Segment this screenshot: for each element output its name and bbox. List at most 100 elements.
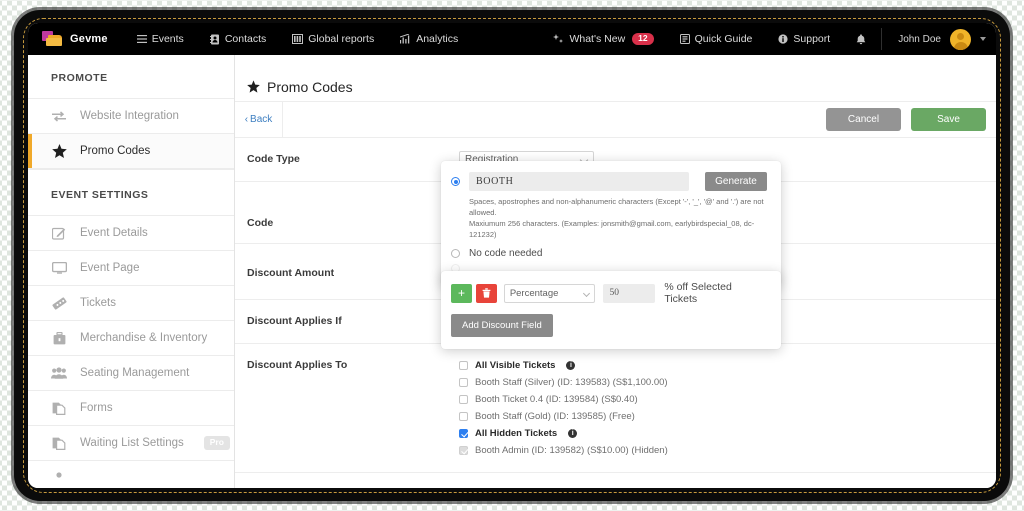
list-item[interactable]: Booth Ticket 0.4 (ID: 139584) (S$0.40) bbox=[459, 391, 996, 407]
sidebar-item-tickets[interactable]: Tickets bbox=[28, 286, 234, 321]
list-item[interactable]: All Visible Tickets i bbox=[459, 486, 996, 488]
field-control: All Visible Tickets i Booth Staff (Silve… bbox=[459, 486, 996, 488]
topbar-divider bbox=[881, 28, 883, 50]
hamburger-icon bbox=[136, 34, 147, 44]
nav-item-whats-new[interactable]: What's New 12 bbox=[540, 23, 666, 55]
list-item[interactable]: Booth Staff (Silver) (ID: 139583) (S$1,1… bbox=[459, 374, 996, 390]
sidebar-item-partial[interactable] bbox=[28, 461, 234, 488]
sidebar-item-label: Seating Management bbox=[80, 367, 190, 379]
sidebar-item-waiting-list-settings[interactable]: Waiting List Settings Pro bbox=[28, 426, 234, 461]
sidebar-item-seating-management[interactable]: Seating Management bbox=[28, 356, 234, 391]
user-menu[interactable]: John Doe bbox=[884, 23, 996, 55]
nav-item-support[interactable]: Support bbox=[765, 23, 843, 55]
sidebar-item-promo-codes[interactable]: Promo Codes bbox=[28, 134, 234, 169]
ticket-label: Booth Staff (Gold) (ID: 139585) (Free) bbox=[475, 410, 635, 422]
nav-item-global-reports[interactable]: Global reports bbox=[279, 23, 387, 55]
form-row-discount-applies-to: Discount Applies To All Visible Tickets … bbox=[235, 344, 996, 473]
no-code-radio[interactable] bbox=[451, 248, 460, 258]
list-item[interactable]: Booth Staff (Gold) (ID: 139585) (Free) bbox=[459, 408, 996, 424]
nav-item-quick-guide[interactable]: Quick Guide bbox=[667, 23, 766, 55]
sidebar-item-label: Event Page bbox=[80, 262, 140, 274]
list-item[interactable]: All Hidden Tickets i bbox=[459, 425, 996, 441]
brand-logo-link[interactable]: Gevme bbox=[28, 23, 124, 55]
people-icon bbox=[51, 367, 67, 379]
nav-label: Contacts bbox=[224, 33, 267, 45]
nav-label: Quick Guide bbox=[694, 33, 753, 45]
analytics-icon bbox=[400, 34, 411, 44]
info-icon[interactable]: i bbox=[568, 428, 578, 438]
no-code-label: No code needed bbox=[469, 247, 543, 259]
field-label: Discount Amount bbox=[247, 267, 335, 279]
people-icon bbox=[51, 472, 67, 484]
sidebar-section-title-event-settings: EVENT SETTINGS bbox=[28, 169, 234, 216]
bell-icon bbox=[856, 33, 866, 45]
discount-amount-popup: + Percentage 50 % off Selected Tickets A… bbox=[441, 271, 781, 349]
nav-label: What's New bbox=[569, 33, 626, 45]
sidebar-item-event-page[interactable]: Event Page bbox=[28, 251, 234, 286]
book-icon bbox=[679, 34, 690, 44]
edit-icon bbox=[51, 227, 67, 240]
list-item[interactable]: All Visible Tickets i bbox=[459, 357, 996, 373]
field-label: Discount Applies To bbox=[247, 359, 348, 371]
nav-item-analytics[interactable]: Analytics bbox=[387, 23, 471, 55]
briefcase-icon bbox=[51, 331, 67, 345]
ticket-checkbox bbox=[459, 445, 468, 455]
promo-code-input[interactable]: BOOTH bbox=[469, 172, 689, 191]
field-control: All Visible Tickets i Booth Staff (Silve… bbox=[459, 357, 996, 459]
screenshot-frame: Gevme Events Contacts Global reports Ana… bbox=[14, 10, 1010, 501]
use-code-radio[interactable] bbox=[451, 177, 460, 186]
field-label: Show Tickets bbox=[247, 486, 459, 488]
brand-name: Gevme bbox=[70, 33, 108, 45]
nav-label: Analytics bbox=[416, 33, 459, 45]
sidebar-item-merchandise-inventory[interactable]: Merchandise & Inventory bbox=[28, 321, 234, 356]
screen-icon bbox=[51, 262, 67, 274]
sidebar-item-label: Tickets bbox=[80, 297, 116, 309]
app-body: PROMOTE Website Integration Promo Codes … bbox=[28, 55, 996, 488]
save-button[interactable]: Save bbox=[911, 108, 986, 131]
sidebar-item-forms[interactable]: Forms bbox=[28, 391, 234, 426]
sidebar-item-label: Website Integration bbox=[80, 110, 179, 122]
top-navigation-bar: Gevme Events Contacts Global reports Ana… bbox=[28, 23, 996, 55]
discount-type-select[interactable]: Percentage bbox=[503, 283, 596, 303]
discount-amount-input[interactable]: 50 bbox=[603, 283, 656, 303]
ticket-checkbox[interactable] bbox=[459, 394, 468, 404]
discount-suffix-label: % off Selected Tickets bbox=[664, 281, 732, 305]
ticket-checkbox[interactable] bbox=[459, 360, 468, 370]
sidebar-section-title-promote: PROMOTE bbox=[28, 55, 234, 99]
trash-icon[interactable] bbox=[475, 283, 497, 303]
no-code-needed-row[interactable]: No code needed bbox=[451, 248, 767, 259]
sparkle-icon bbox=[553, 33, 564, 45]
sidebar-item-event-details[interactable]: Event Details bbox=[28, 216, 234, 251]
integration-icon bbox=[51, 110, 67, 122]
cancel-button[interactable]: Cancel bbox=[826, 108, 901, 131]
nav-label: Support bbox=[793, 33, 831, 45]
ticket-checkbox[interactable] bbox=[459, 411, 468, 421]
sidebar-item-label: Promo Codes bbox=[80, 145, 151, 157]
forms-icon bbox=[51, 437, 67, 450]
discount-type-value: Percentage bbox=[509, 287, 559, 299]
discount-field-row: + Percentage 50 % off Selected Tickets bbox=[451, 281, 767, 305]
add-discount-field-button[interactable]: Add Discount Field bbox=[451, 314, 553, 337]
ticket-label: All Hidden Tickets bbox=[475, 427, 558, 439]
code-helper-text: Spaces, apostrophes and non-alphanumeric… bbox=[469, 197, 767, 241]
code-entry-popup: BOOTH Generate Spaces, apostrophes and n… bbox=[441, 161, 781, 286]
field-label: Code bbox=[247, 217, 274, 229]
nav-item-notifications[interactable] bbox=[843, 23, 879, 55]
nav-item-contacts[interactable]: Contacts bbox=[197, 23, 279, 55]
ticket-label: Booth Ticket 0.4 (ID: 139584) (S$0.40) bbox=[475, 393, 638, 405]
back-button[interactable]: ‹ Back bbox=[235, 102, 283, 137]
generate-button[interactable]: Generate bbox=[705, 172, 767, 191]
nav-label: Global reports bbox=[308, 33, 375, 45]
chevron-left-icon: ‹ bbox=[244, 114, 249, 125]
back-label: Back bbox=[250, 114, 273, 125]
plus-icon[interactable]: + bbox=[451, 283, 472, 303]
ticket-checkbox[interactable] bbox=[459, 428, 468, 438]
helper-line-2: Maxiumum 256 characters. (Examples: jons… bbox=[469, 218, 755, 239]
list-item: Booth Admin (ID: 139582) (S$10.00) (Hidd… bbox=[459, 442, 996, 458]
field-label: Discount Applies If bbox=[247, 315, 342, 327]
sidebar-item-website-integration[interactable]: Website Integration bbox=[28, 99, 234, 134]
info-icon[interactable]: i bbox=[566, 360, 576, 370]
nav-item-events[interactable]: Events bbox=[124, 23, 197, 55]
ticket-checkbox[interactable] bbox=[459, 377, 468, 387]
form-row-show-tickets: Show Tickets All Visible Tickets i Booth… bbox=[235, 473, 996, 488]
